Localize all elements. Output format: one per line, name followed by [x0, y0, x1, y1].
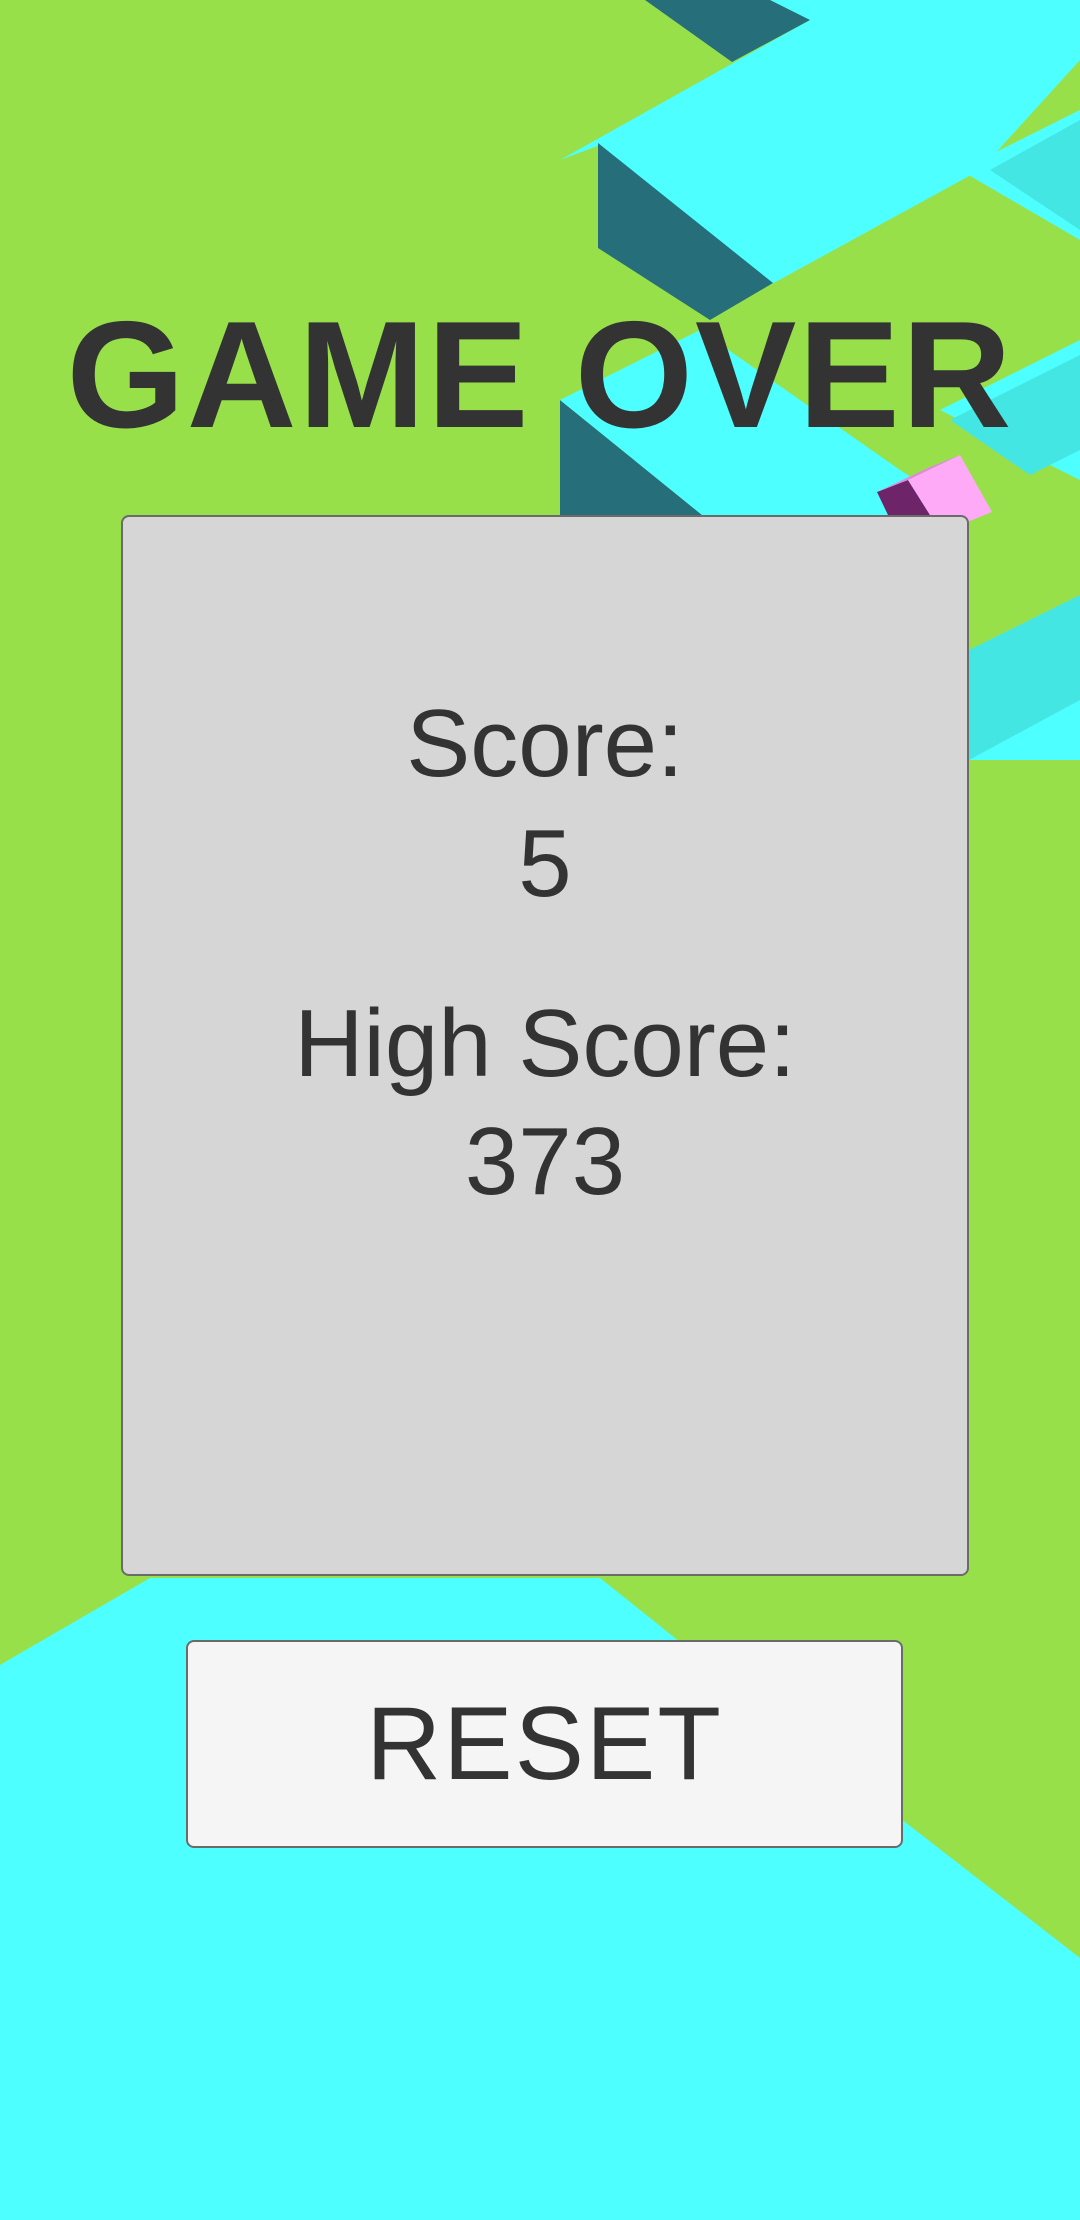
high-score-label: High Score:: [294, 990, 796, 1097]
high-score-value: 373: [464, 1108, 626, 1215]
game-screen: GAME OVER Score: 5 High Score: 373 RESET: [0, 0, 1080, 2220]
game-over-title: GAME OVER: [66, 290, 1014, 460]
reset-button[interactable]: RESET: [186, 1640, 903, 1848]
score-value: 5: [518, 810, 572, 917]
reset-button-label: RESET: [366, 1685, 723, 1802]
score-label: Score:: [406, 690, 684, 797]
score-panel: Score: 5 High Score: 373: [121, 515, 969, 1576]
